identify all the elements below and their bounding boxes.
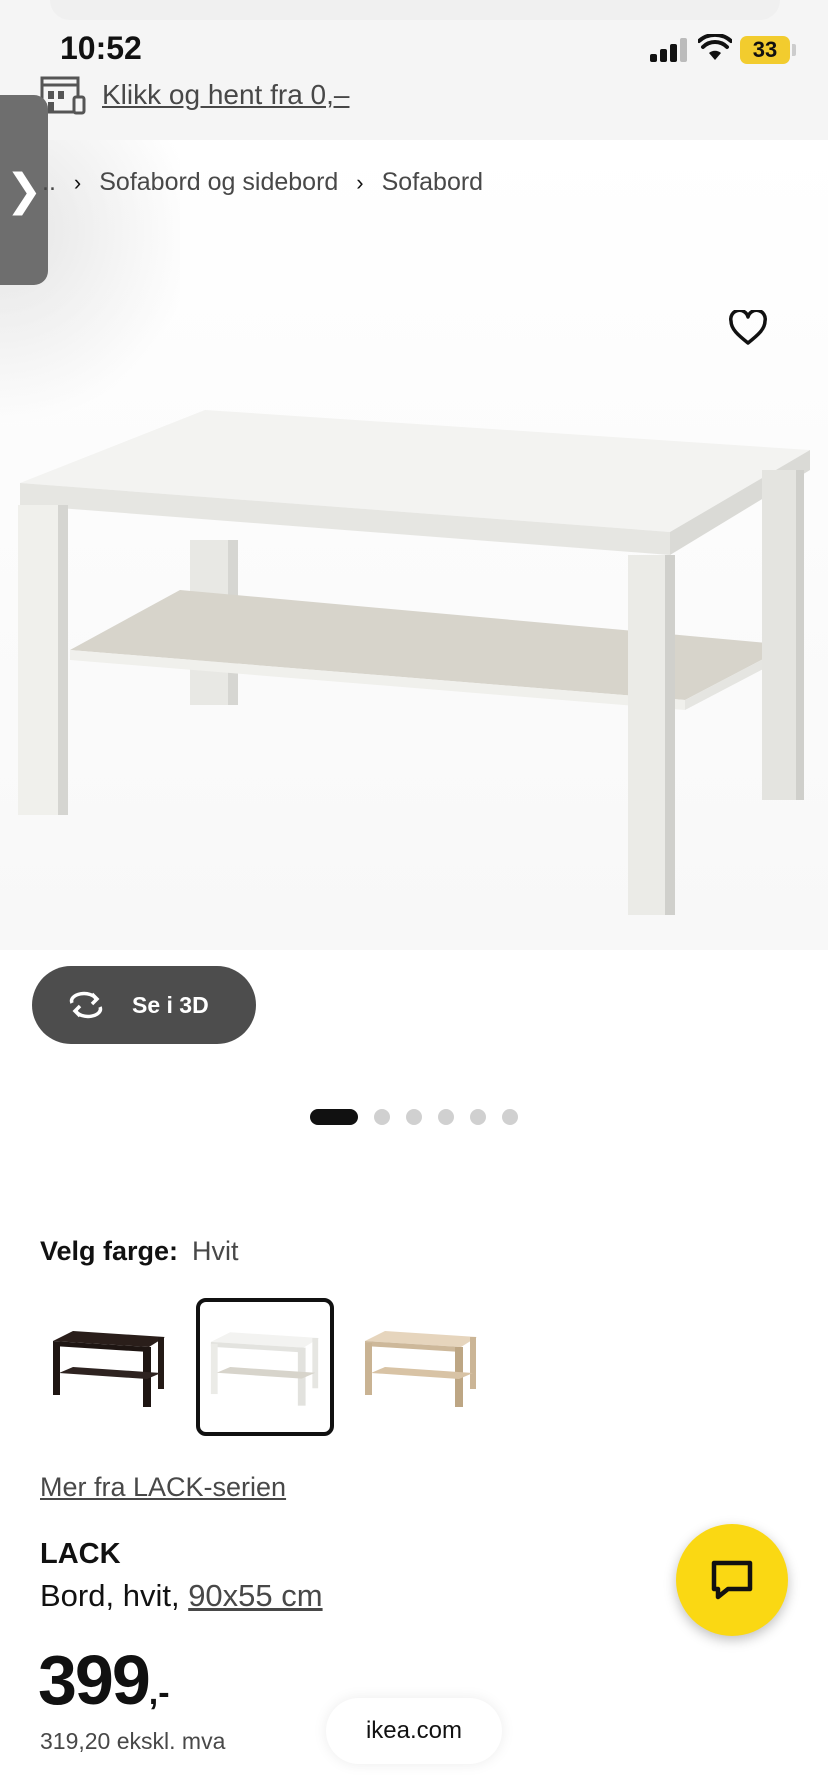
- side-panel-toggle[interactable]: ❯: [0, 95, 48, 285]
- breadcrumb-item-sofabord-og-sidebord[interactable]: Sofabord og sidebord: [99, 168, 338, 197]
- chevron-right-icon: ❯: [5, 165, 43, 215]
- chevron-right-icon: ›: [73, 169, 82, 195]
- breadcrumb-item-ellipsis[interactable]: ..: [42, 168, 56, 197]
- table-thumbnail-white: [210, 1332, 320, 1406]
- price-excl-vat: 319,20 ekskl. mva: [40, 1728, 226, 1754]
- battery-icon: 33: [740, 36, 790, 64]
- product-image: [18, 410, 810, 915]
- breadcrumb: .. › Sofabord og sidebord › Sofabord: [42, 168, 483, 197]
- carousel-dot[interactable]: [310, 1109, 358, 1125]
- color-option-white[interactable]: [196, 1298, 334, 1436]
- view-3d-label: Se i 3D: [132, 991, 209, 1018]
- carousel-dot[interactable]: [502, 1109, 518, 1125]
- price-value: 399: [38, 1641, 151, 1719]
- heart-icon[interactable]: [728, 310, 768, 346]
- battery-tip: [792, 44, 796, 56]
- browser-url-bar[interactable]: ikea.com: [326, 1698, 502, 1764]
- product-description-text: Bord, hvit,: [40, 1578, 189, 1613]
- product-description: Bord, hvit, 90x55 cm: [40, 1578, 323, 1614]
- color-value: Hvit: [192, 1236, 239, 1266]
- image-carousel-dots[interactable]: [310, 1108, 534, 1126]
- chat-button[interactable]: [676, 1524, 788, 1636]
- status-time: 10:52: [60, 30, 142, 66]
- table-thumbnail-oak: [365, 1331, 477, 1407]
- view-3d-button[interactable]: Se i 3D: [32, 966, 256, 1044]
- product-price: 399 ,-: [38, 1640, 170, 1720]
- series-link[interactable]: Mer fra LACK-serien: [40, 1472, 286, 1503]
- price-suffix: ,-: [148, 1674, 170, 1712]
- product-name: LACK: [40, 1538, 121, 1570]
- carousel-dot[interactable]: [374, 1109, 390, 1125]
- carousel-dot[interactable]: [406, 1109, 422, 1125]
- size-link[interactable]: 90x55 cm: [188, 1578, 322, 1613]
- browser-top-edge: [50, 0, 780, 20]
- chevron-right-icon: ›: [356, 169, 364, 195]
- rotate-3d-icon: [69, 991, 103, 1019]
- wifi-icon: [698, 34, 732, 60]
- breadcrumb-item-sofabord[interactable]: Sofabord: [382, 168, 483, 197]
- color-option-white-stained-oak[interactable]: [352, 1298, 490, 1436]
- color-selector-label: Velg farge: Hvit: [40, 1236, 239, 1267]
- carousel-dot[interactable]: [438, 1109, 454, 1125]
- url-text: ikea.com: [365, 1717, 463, 1744]
- click-collect-banner[interactable]: Klikk og hent fra 0,–: [40, 72, 349, 118]
- chat-bubble-icon: [711, 1560, 753, 1600]
- color-label: Velg farge:: [40, 1236, 179, 1266]
- status-bar: [0, 0, 828, 140]
- table-thumbnail-black-brown: [53, 1331, 165, 1407]
- color-option-black-brown[interactable]: [40, 1298, 178, 1436]
- cellular-signal-icon: [650, 36, 690, 62]
- carousel-dot[interactable]: [470, 1109, 486, 1125]
- click-collect-link[interactable]: Klikk og hent fra 0,–: [102, 79, 349, 111]
